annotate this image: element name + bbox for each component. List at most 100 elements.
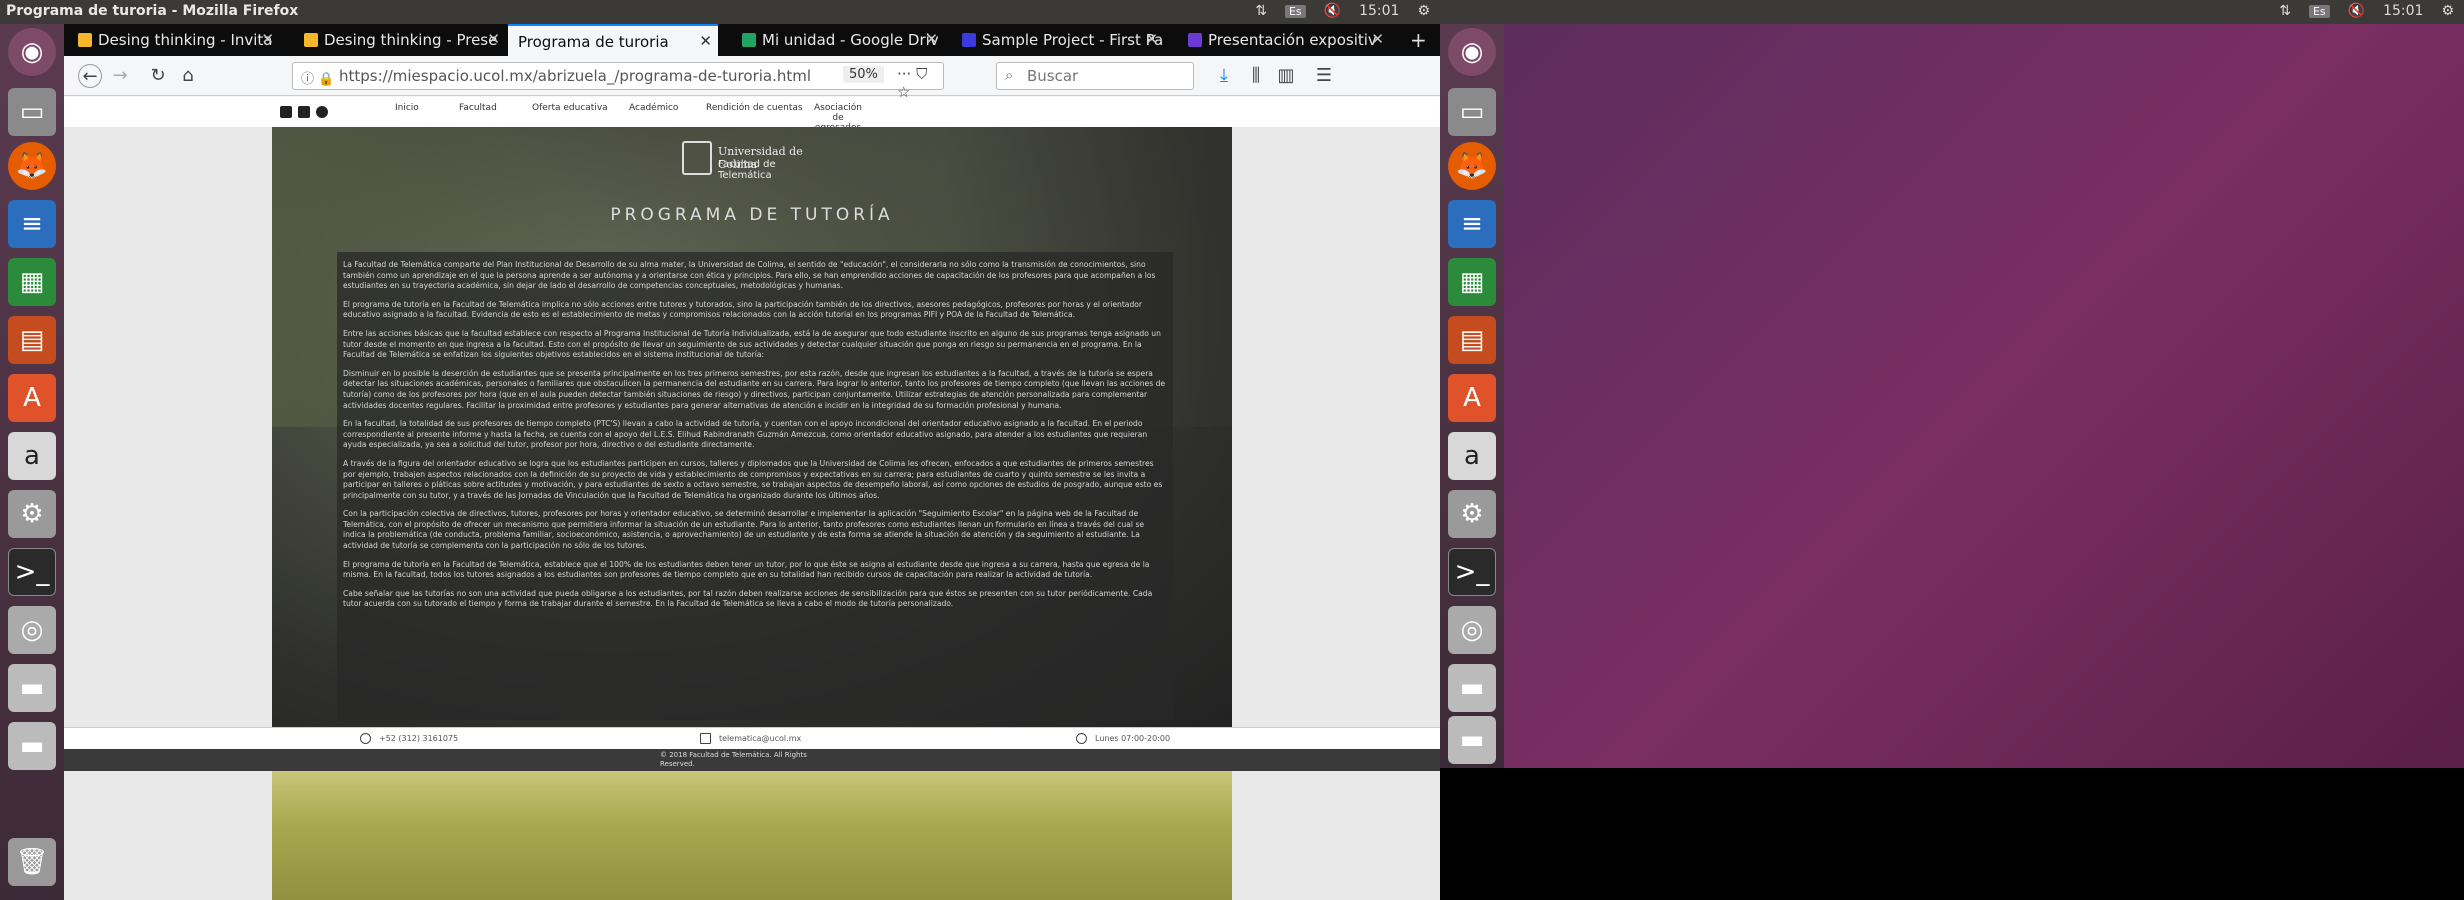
url-text: https://miespacio.ucol.mx/abrizuela_/pro…: [339, 67, 812, 85]
calc-icon[interactable]: ▦: [1448, 258, 1496, 306]
logo-line-2: Facultad de Telemática: [718, 159, 776, 181]
keyboard-layout-indicator[interactable]: Es: [1284, 4, 1306, 18]
software-center-icon[interactable]: A: [1448, 374, 1496, 422]
power-icon[interactable]: ⚙: [2441, 3, 2454, 19]
menu-academico[interactable]: Académico: [629, 103, 678, 113]
calc-icon[interactable]: ▦: [8, 258, 56, 306]
facebook-icon[interactable]: [280, 106, 292, 118]
volume-icon[interactable]: 🔇: [2348, 3, 2365, 19]
firefox-icon[interactable]: 🦊: [8, 142, 56, 190]
contact-hours: Lunes 07:00-20:00: [1076, 733, 1170, 744]
keyboard-layout-indicator[interactable]: Es: [2308, 4, 2330, 18]
downloads-icon[interactable]: ⤓: [1212, 64, 1236, 88]
back-icon[interactable]: ←: [78, 64, 102, 88]
contact-email[interactable]: telematica@ucol.mx: [700, 733, 801, 744]
reload-icon[interactable]: ↻: [146, 64, 170, 88]
clock[interactable]: 15:01: [2383, 3, 2423, 19]
camera-icon[interactable]: ◎: [1448, 606, 1496, 654]
amazon-icon[interactable]: a: [8, 432, 56, 480]
paragraph: Disminuir en lo posible la deserción de …: [343, 368, 1166, 410]
university-logo[interactable]: Universidad de Colima Facultad de Telemá…: [682, 141, 822, 181]
left-screen: Programa de turoria - Mozilla Firefox ⇅ …: [0, 0, 1440, 900]
tab-programa-de-turoria[interactable]: Programa de turoria ✕: [508, 24, 718, 56]
files-icon[interactable]: ▭: [1448, 88, 1496, 136]
url-bar[interactable]: ⓘ 🔒 https://miespacio.ucol.mx/abrizuela_…: [292, 62, 944, 101]
slides-icon: [78, 33, 92, 47]
lock-icon[interactable]: ⓘ 🔒: [301, 68, 334, 87]
close-tab-icon[interactable]: ✕: [1145, 30, 1158, 48]
contact-bar: +52 (312) 3161075 telematica@ucol.mx Lun…: [64, 727, 1440, 749]
drive-icon: [742, 33, 756, 47]
tab-label: Sample Project - First Pa: [982, 31, 1164, 49]
youtube-icon[interactable]: [298, 106, 310, 118]
email-text: telematica@ucol.mx: [719, 734, 802, 743]
zoom-level[interactable]: 50%: [843, 66, 884, 83]
tab-desing-thinking-invita[interactable]: Desing thinking - Invita ✕: [70, 24, 280, 56]
close-tab-icon[interactable]: ✕: [699, 32, 712, 50]
home-icon[interactable]: ⌂: [176, 64, 200, 88]
close-tab-icon[interactable]: ✕: [487, 30, 500, 48]
trash-icon[interactable]: 🗑: [8, 838, 56, 886]
close-tab-icon[interactable]: ✕: [1371, 30, 1384, 48]
new-tab-icon[interactable]: +: [1410, 28, 1427, 52]
window-title: Programa de turoria - Mozilla Firefox: [6, 3, 299, 19]
paragraph: En la facultad, la totalidad de sus prof…: [343, 419, 1148, 450]
clock[interactable]: 15:01: [1359, 3, 1399, 19]
menu-icon[interactable]: ☰: [1312, 64, 1336, 88]
page-actions-icon[interactable]: ··· ⛉ ☆: [897, 65, 943, 101]
tab-google-drive[interactable]: Mi unidad - Google Driv ✕: [734, 24, 944, 56]
drive-icon[interactable]: ▬: [1448, 664, 1496, 712]
drive-2-icon[interactable]: ▬: [8, 722, 56, 770]
search-placeholder: Buscar: [1027, 67, 1079, 85]
paragraph: A través de la figura del orientador edu…: [343, 458, 1163, 500]
tab-strip: Desing thinking - Invita ✕ Desing thinki…: [64, 24, 1440, 56]
instagram-icon[interactable]: [316, 106, 328, 118]
settings-icon[interactable]: ⚙: [8, 490, 56, 538]
firefox-window: Desing thinking - Invita ✕ Desing thinki…: [64, 24, 1440, 900]
desktop-wallpaper: [1504, 24, 2464, 768]
camera-icon[interactable]: ◎: [8, 606, 56, 654]
site-header: Inicio Facultad Oferta educativa Académi…: [64, 97, 1440, 133]
volume-icon[interactable]: 🔇: [1324, 3, 1341, 19]
terminal-icon[interactable]: >_: [1448, 548, 1496, 596]
slides-icon: [304, 33, 318, 47]
tab-sample-project[interactable]: Sample Project - First Pa ✕: [954, 24, 1164, 56]
settings-icon[interactable]: ⚙: [1448, 490, 1496, 538]
network-icon[interactable]: ⇅: [2279, 3, 2291, 19]
terminal-icon[interactable]: >_: [8, 548, 56, 596]
writer-icon[interactable]: ≡: [8, 200, 56, 248]
menu-inicio[interactable]: Inicio: [395, 103, 419, 113]
phone-text: +52 (312) 3161075: [379, 734, 459, 743]
web-page: Inicio Facultad Oferta educativa Académi…: [64, 97, 1440, 900]
power-icon[interactable]: ⚙: [1417, 3, 1430, 19]
library-icon[interactable]: ⫼: [1244, 64, 1268, 88]
search-box[interactable]: ⌕ Buscar: [996, 62, 1194, 90]
footer: © 2018 Facultad de Telemática. All Right…: [64, 749, 1440, 771]
forward-icon[interactable]: →: [108, 64, 132, 88]
tab-presentacion[interactable]: Presentación expositiv ✕: [1180, 24, 1390, 56]
menu-oferta-educativa[interactable]: Oferta educativa: [532, 103, 608, 113]
ubuntu-dash-icon[interactable]: ◉: [1448, 28, 1496, 76]
impress-icon[interactable]: ▤: [1448, 316, 1496, 364]
menu-rendicion-de-cuentas[interactable]: Rendición de cuentas: [706, 103, 803, 113]
background-grass: [272, 771, 1232, 900]
close-tab-icon[interactable]: ✕: [261, 30, 274, 48]
amazon-icon[interactable]: a: [1448, 432, 1496, 480]
writer-icon[interactable]: ≡: [1448, 200, 1496, 248]
firefox-icon[interactable]: 🦊: [1448, 142, 1496, 190]
impress-icon[interactable]: ▤: [8, 316, 56, 364]
tab-label: Desing thinking - Prese: [324, 31, 498, 49]
sidebar-icon[interactable]: ▥: [1274, 64, 1298, 88]
top-panel-right: ⇅ Es 🔇 15:01 ⚙: [1440, 0, 2464, 24]
dual-monitor-desktop: Programa de turoria - Mozilla Firefox ⇅ …: [0, 0, 2464, 900]
contact-phone[interactable]: +52 (312) 3161075: [360, 733, 458, 744]
files-icon[interactable]: ▭: [8, 88, 56, 136]
software-center-icon[interactable]: A: [8, 374, 56, 422]
tab-desing-thinking-prese[interactable]: Desing thinking - Prese ✕: [296, 24, 506, 56]
drive-icon[interactable]: ▬: [8, 664, 56, 712]
ubuntu-dash-icon[interactable]: ◉: [8, 28, 56, 76]
network-icon[interactable]: ⇅: [1255, 3, 1267, 19]
close-tab-icon[interactable]: ✕: [925, 30, 938, 48]
drive-2-icon[interactable]: ▬: [1448, 716, 1496, 764]
menu-facultad[interactable]: Facultad: [459, 103, 497, 113]
